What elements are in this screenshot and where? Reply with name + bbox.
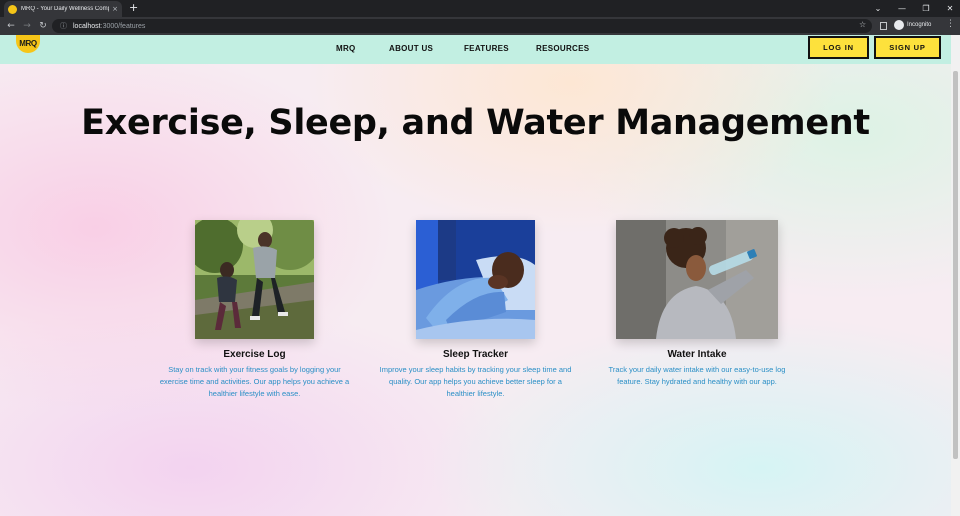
restore-icon[interactable]: ❐ (914, 4, 938, 13)
nav-link-features[interactable]: FEATURES (464, 44, 509, 53)
logo-text: MRQ (19, 39, 37, 48)
sleep-image (416, 220, 535, 339)
login-button[interactable]: LOG IN (808, 36, 869, 59)
address-bar[interactable]: ⓘ localhost :3000/features (52, 19, 872, 33)
feature-title-exercise: Exercise Log (223, 349, 286, 360)
page-scrollbar[interactable] (951, 35, 960, 516)
feature-desc-water: Track your daily water intake with our e… (608, 365, 786, 386)
mrq-logo[interactable]: MRQ (16, 35, 40, 53)
new-tab-button[interactable]: + (129, 1, 138, 15)
feature-title-water: Water Intake (667, 349, 727, 360)
browser-toolbar: ← → ↻ ⓘ localhost :3000/features ☆ Incog… (0, 17, 960, 35)
browser-tab[interactable]: MRQ - Your Daily Wellness Comp × (4, 1, 122, 17)
tab-close-icon[interactable]: × (112, 5, 118, 13)
tab-title: MRQ - Your Daily Wellness Comp (21, 6, 110, 12)
incognito-icon (894, 20, 904, 30)
water-image (616, 220, 778, 339)
nav-link-mrq[interactable]: MRQ (336, 44, 356, 53)
browser-menu-icon[interactable]: ⋮ (946, 19, 955, 29)
reload-icon[interactable]: ↻ (35, 21, 51, 31)
url-host: localhost (73, 22, 101, 30)
tab-search-icon[interactable]: ⌄ (866, 4, 890, 13)
url-path: :3000/features (100, 22, 146, 30)
exercise-image (195, 220, 314, 339)
page-title: Exercise, Sleep, and Water Management (81, 103, 870, 143)
nav-link-about-us[interactable]: ABOUT US (389, 44, 433, 53)
page-viewport: MRQ MRQ ABOUT US FEATURES RESOURCES LOG … (0, 35, 951, 516)
incognito-indicator[interactable]: Incognito (894, 20, 931, 30)
forward-icon[interactable]: → (19, 21, 35, 31)
side-panel-icon[interactable] (880, 22, 887, 30)
browser-tab-bar: MRQ - Your Daily Wellness Comp × + ⌄ — ❐… (0, 0, 960, 17)
feature-desc-sleep: Improve your sleep habits by tracking yo… (379, 365, 572, 398)
site-info-icon[interactable]: ⓘ (60, 21, 67, 31)
close-window-icon[interactable]: ✕ (938, 4, 960, 13)
window-controls: ⌄ — ❐ ✕ (866, 0, 960, 17)
back-icon[interactable]: ← (3, 21, 19, 31)
site-navbar: MRQ MRQ ABOUT US FEATURES RESOURCES LOG … (0, 35, 951, 64)
scrollbar-thumb[interactable] (953, 71, 958, 459)
incognito-label: Incognito (907, 22, 932, 28)
minimize-icon[interactable]: — (890, 4, 914, 13)
bookmark-star-icon[interactable]: ☆ (859, 20, 866, 29)
signup-button[interactable]: SIGN UP (874, 36, 941, 59)
feature-desc-exercise: Stay on track with your fitness goals by… (159, 365, 350, 398)
favicon-icon (8, 4, 17, 14)
nav-link-resources[interactable]: RESOURCES (536, 44, 589, 53)
feature-title-sleep: Sleep Tracker (442, 349, 509, 360)
